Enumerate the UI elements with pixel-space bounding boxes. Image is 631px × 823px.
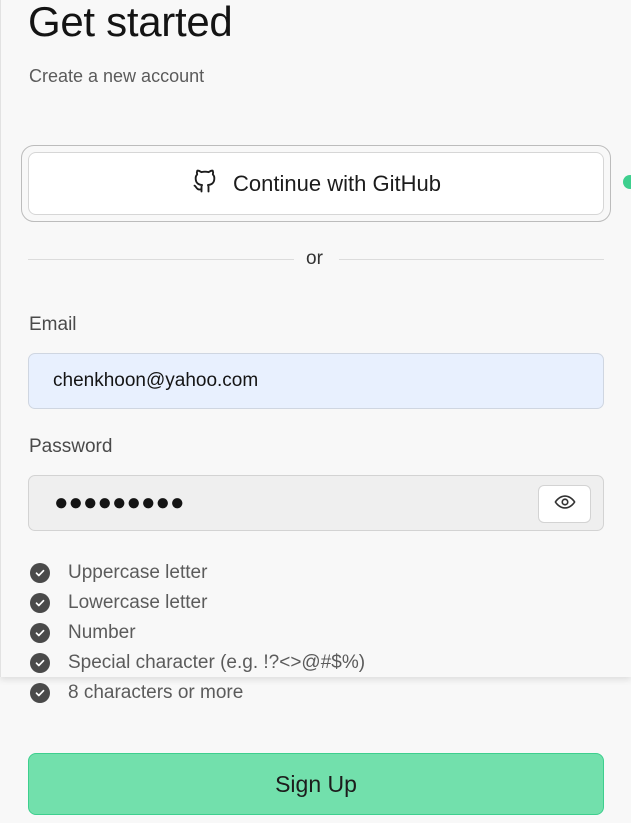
requirement-label: Lowercase letter (68, 592, 208, 613)
panel-edge (0, 0, 1, 677)
github-button-label: Continue with GitHub (233, 170, 441, 196)
requirement-item: 8 characters or more (30, 678, 365, 708)
check-circle-icon (30, 683, 50, 703)
check-circle-icon (30, 653, 50, 673)
check-circle-icon (30, 593, 50, 613)
requirement-item: Number (30, 618, 365, 648)
signup-page: Get started Create a new account Continu… (0, 0, 631, 823)
check-circle-icon (30, 623, 50, 643)
password-field[interactable]: ●●●●●●●●● (28, 475, 604, 531)
status-indicator-dot (623, 175, 631, 189)
eye-icon (554, 494, 576, 515)
password-masked-value: ●●●●●●●●● (54, 489, 185, 516)
check-circle-icon (30, 563, 50, 583)
page-title: Get started (28, 0, 233, 45)
email-label: Email (29, 314, 77, 335)
divider-left (28, 259, 294, 260)
requirement-label: Number (68, 622, 136, 643)
requirement-item: Special character (e.g. !?<>@#$%) (30, 648, 365, 678)
github-icon (191, 167, 219, 201)
password-label: Password (29, 436, 113, 457)
password-requirements-list: Uppercase letter Lowercase letter Number… (30, 558, 365, 708)
divider-or-text: or (306, 248, 323, 269)
requirement-label: Special character (e.g. !?<>@#$%) (68, 652, 366, 673)
requirement-label: Uppercase letter (68, 562, 208, 583)
email-field[interactable] (28, 353, 604, 409)
requirement-label: 8 characters or more (68, 682, 244, 703)
requirement-item: Lowercase letter (30, 588, 365, 618)
sign-up-button[interactable]: Sign Up (28, 753, 604, 815)
page-subtitle: Create a new account (29, 66, 205, 86)
requirement-item: Uppercase letter (30, 558, 365, 588)
divider-right (339, 259, 604, 260)
show-password-button[interactable] (538, 485, 591, 523)
continue-with-github-button[interactable]: Continue with GitHub (28, 152, 604, 215)
